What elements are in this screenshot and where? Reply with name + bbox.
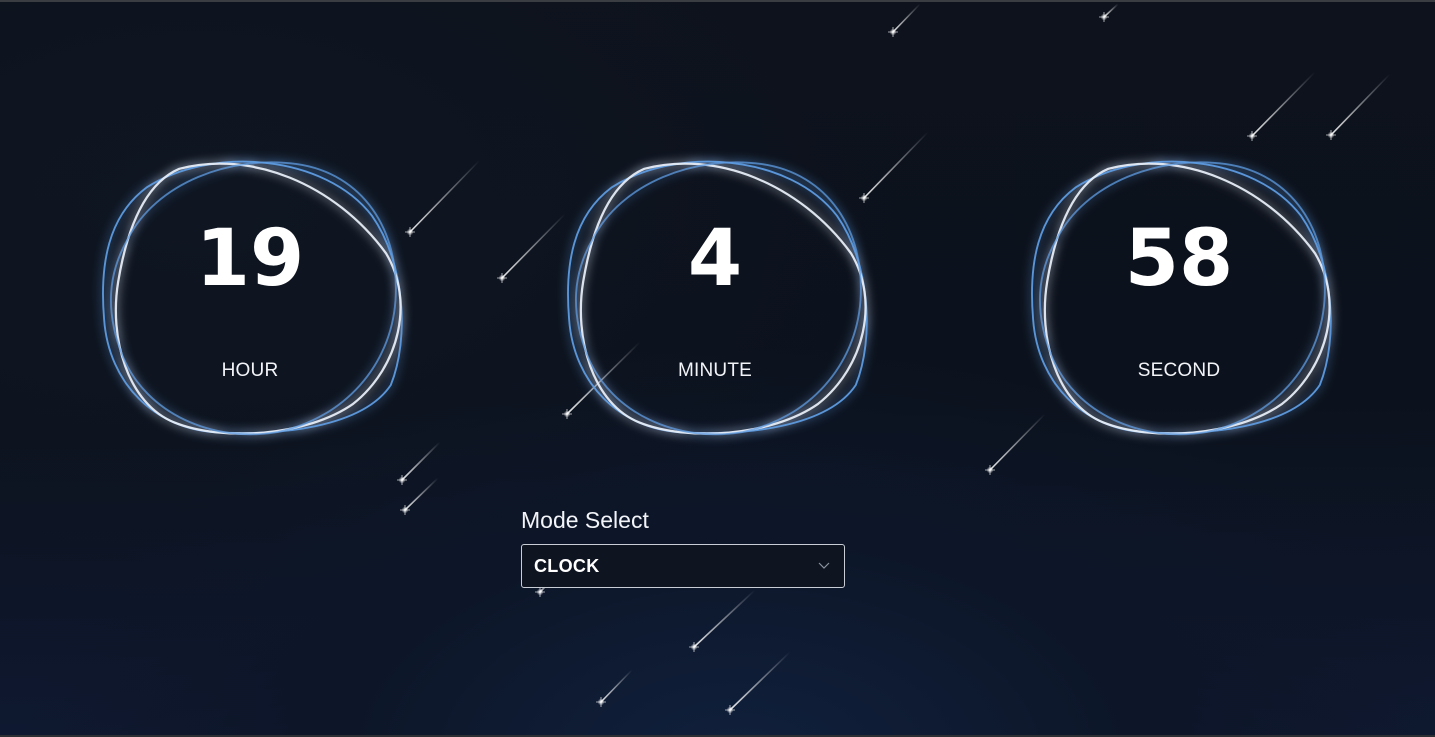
mode-select-group: Mode Select CLOCK: [521, 505, 845, 588]
star-sparkle: [1327, 131, 1335, 139]
star-sparkle-cross: [596, 697, 606, 707]
hour-label: HOUR: [221, 360, 279, 381]
star-sparkle: [498, 274, 506, 282]
star-sparkle: [536, 588, 544, 596]
shooting-star-trail: [693, 589, 756, 648]
clock-app: 19 HOUR 4 MINUTE 58 SECOND Mode Select C…: [0, 0, 1435, 737]
minute-value: 4: [687, 214, 743, 304]
star-sparkle: [398, 476, 406, 484]
shooting-star-trail: [409, 159, 481, 233]
star-sparkle: [1100, 13, 1108, 21]
star-sparkle-cross: [535, 587, 545, 597]
star-sparkle: [986, 466, 994, 474]
second-value: 58: [1124, 214, 1234, 304]
shooting-star-trail: [404, 477, 439, 511]
star-sparkle-cross: [497, 273, 507, 283]
star-sparkle-cross: [400, 505, 410, 515]
chevron-down-icon: [818, 562, 830, 569]
shooting-star-trail: [1103, 3, 1119, 18]
star-sparkle-cross: [888, 27, 898, 37]
star-sparkle-cross: [1326, 130, 1336, 140]
star-sparkle: [401, 506, 409, 514]
mode-select-value: CLOCK: [534, 556, 600, 576]
star-sparkle: [889, 28, 897, 36]
shooting-star-trail: [729, 651, 791, 711]
second-label: SECOND: [1137, 360, 1221, 381]
minute-label: MINUTE: [677, 360, 753, 381]
shooting-star-trail: [1330, 73, 1391, 136]
star-sparkle: [1248, 132, 1256, 140]
star-sparkle: [726, 706, 734, 714]
mode-select-dropdown[interactable]: CLOCK: [521, 544, 845, 588]
shooting-star-trail: [600, 669, 633, 703]
star-sparkle-cross: [689, 642, 699, 652]
star-sparkle-cross: [985, 465, 995, 475]
minute-dial: 4 MINUTE: [545, 142, 885, 462]
star-sparkle-cross: [1247, 131, 1257, 141]
second-dial: 58 SECOND: [1009, 142, 1349, 462]
shooting-star-trail: [1251, 71, 1316, 137]
hour-dial: 19 HOUR: [80, 142, 420, 462]
mode-select-title: Mode Select: [521, 507, 649, 533]
star-sparkle: [690, 643, 698, 651]
star-sparkle-cross: [397, 475, 407, 485]
star-sparkle-cross: [725, 705, 735, 715]
hour-value: 19: [195, 214, 305, 304]
star-sparkle-cross: [1099, 12, 1109, 22]
star-sparkle: [597, 698, 605, 706]
shooting-star-trail: [892, 3, 921, 33]
